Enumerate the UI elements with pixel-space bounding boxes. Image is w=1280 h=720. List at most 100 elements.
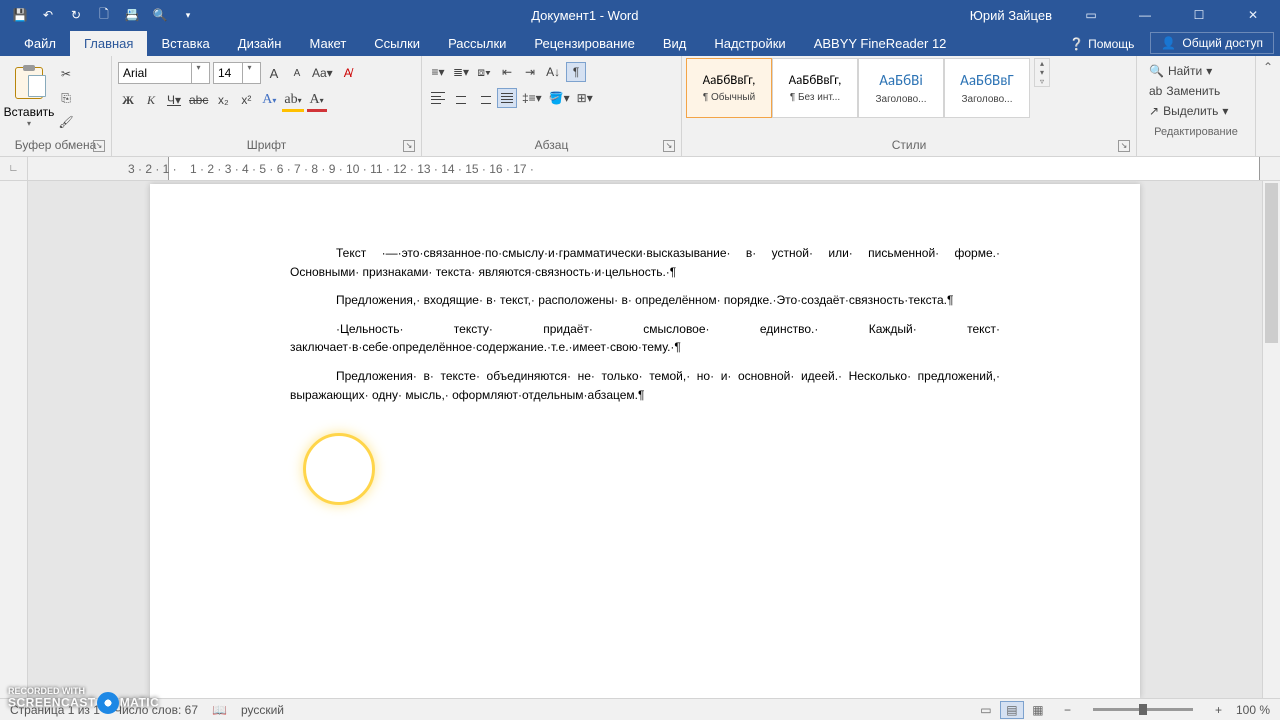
share-icon: 👤 xyxy=(1161,36,1176,50)
editing-label: Редактирование xyxy=(1141,124,1251,140)
bold-button[interactable]: Ж xyxy=(118,90,138,110)
quick-print-icon[interactable]: 📇 xyxy=(120,3,144,27)
save-icon[interactable]: 💾 xyxy=(8,3,32,27)
chevron-down-icon[interactable]: ▾ xyxy=(191,63,205,83)
tab-mailings[interactable]: Рассылки xyxy=(434,31,520,56)
zoom-in-icon[interactable]: + xyxy=(1215,703,1222,717)
style-normal[interactable]: АаБбВвГг,¶ Обычный xyxy=(686,58,772,118)
maximize-icon[interactable]: ☐ xyxy=(1176,0,1222,30)
redo-icon[interactable]: ↻ xyxy=(64,3,88,27)
tab-file[interactable]: Файл xyxy=(10,31,70,56)
paragraph-dialog-icon[interactable]: ↘ xyxy=(663,140,675,152)
select-button[interactable]: ↗Выделить ▾ xyxy=(1149,104,1243,118)
sort-icon[interactable]: A↓ xyxy=(543,62,563,82)
share-button[interactable]: 👤Общий доступ xyxy=(1150,32,1274,54)
tab-addins[interactable]: Надстройки xyxy=(700,31,799,56)
underline-button[interactable]: Ч▾ xyxy=(164,90,184,110)
tab-design[interactable]: Дизайн xyxy=(224,31,296,56)
shading-icon[interactable]: 🪣▾ xyxy=(547,88,572,108)
strikethrough-button[interactable]: abc xyxy=(187,90,210,110)
collapse-ribbon-icon[interactable]: ⌃ xyxy=(1256,56,1280,156)
copy-icon[interactable]: ⎘ xyxy=(56,88,76,108)
line-spacing-icon[interactable]: ‡≡▾ xyxy=(520,88,544,108)
font-name-combo[interactable]: Arial▾ xyxy=(118,62,210,84)
zoom-level[interactable]: 100 % xyxy=(1236,703,1270,717)
tab-review[interactable]: Рецензирование xyxy=(520,31,648,56)
highlight-button[interactable]: ab▾ xyxy=(282,90,303,110)
clear-format-icon[interactable]: A̸ xyxy=(338,63,358,83)
vertical-scrollbar[interactable] xyxy=(1262,181,1280,698)
paste-icon xyxy=(15,67,43,99)
font-dialog-icon[interactable]: ↘ xyxy=(403,140,415,152)
bullets-icon[interactable]: ≡▾ xyxy=(428,62,448,82)
font-color-button[interactable]: A▾ xyxy=(307,90,327,110)
ribbon-options-icon[interactable]: ▭ xyxy=(1068,0,1114,30)
align-right-icon[interactable] xyxy=(474,88,494,108)
zoom-slider[interactable] xyxy=(1093,708,1193,711)
tab-abbyy[interactable]: ABBYY FineReader 12 xyxy=(800,31,961,56)
cut-icon[interactable]: ✂ xyxy=(56,64,76,84)
help-button[interactable]: ❔Помощь xyxy=(1059,32,1144,56)
text-effects-button[interactable]: A▾ xyxy=(259,90,279,110)
tab-references[interactable]: Ссылки xyxy=(360,31,434,56)
ruler-horizontal[interactable]: ∟ 3 · 2 · 1 · 1 · 2 · 3 · 4 · 5 · 6 · 7 … xyxy=(0,157,1280,181)
numbering-icon[interactable]: ≣▾ xyxy=(451,62,471,82)
styles-more-icon[interactable]: ▿ xyxy=(1035,77,1049,86)
shrink-font-icon[interactable]: A xyxy=(287,63,307,83)
align-center-icon[interactable] xyxy=(451,88,471,108)
chevron-down-icon[interactable]: ▾ xyxy=(242,63,256,83)
clipboard-dialog-icon[interactable]: ↘ xyxy=(93,140,105,152)
style-heading2[interactable]: АаБбВвГЗаголово... xyxy=(944,58,1030,118)
web-layout-icon[interactable]: ▦ xyxy=(1026,701,1050,719)
tab-view[interactable]: Вид xyxy=(649,31,701,56)
paragraph-1[interactable]: Текст ·—·это·связанное·по·смыслу·и·грамм… xyxy=(290,244,1000,281)
style-no-spacing[interactable]: АаБбВвГг,¶ Без инт... xyxy=(772,58,858,118)
user-name[interactable]: Юрий Зайцев xyxy=(970,8,1052,23)
tab-home[interactable]: Главная xyxy=(70,31,147,56)
find-button[interactable]: 🔍Найти ▾ xyxy=(1149,64,1243,78)
print-layout-icon[interactable]: ▤ xyxy=(1000,701,1024,719)
paragraph-4[interactable]: Предложения· в· тексте· объединяются· не… xyxy=(290,367,1000,404)
read-mode-icon[interactable]: ▭ xyxy=(974,701,998,719)
spellcheck-icon[interactable]: 📖 xyxy=(212,703,227,717)
word-count[interactable]: Число слов: 67 xyxy=(114,703,198,717)
new-doc-icon[interactable]: 🗋 xyxy=(92,3,116,27)
italic-button[interactable]: К xyxy=(141,90,161,110)
grow-font-icon[interactable]: A xyxy=(264,63,284,83)
paragraph-3[interactable]: ·Цельность· тексту· придаёт· смысловое· … xyxy=(290,320,1000,357)
tab-layout[interactable]: Макет xyxy=(295,31,360,56)
paste-button[interactable]: Вставить ▾ xyxy=(6,62,52,132)
styles-up-icon[interactable]: ▴ xyxy=(1035,59,1049,68)
scrollbar-thumb[interactable] xyxy=(1265,183,1278,343)
decrease-indent-icon[interactable]: ⇤ xyxy=(497,62,517,82)
change-case-icon[interactable]: Aa▾ xyxy=(310,63,335,83)
zoom-out-icon[interactable]: − xyxy=(1064,703,1071,717)
styles-down-icon[interactable]: ▾ xyxy=(1035,68,1049,77)
page-indicator[interactable]: Страница 1 из 1 xyxy=(10,703,100,717)
page[interactable]: Текст ·—·это·связанное·по·смыслу·и·грамм… xyxy=(150,184,1140,698)
language-indicator[interactable]: русский xyxy=(241,703,284,717)
print-preview-icon[interactable]: 🔍 xyxy=(148,3,172,27)
replace-button[interactable]: abЗаменить xyxy=(1149,84,1243,98)
style-heading1[interactable]: АаБбВіЗаголово... xyxy=(858,58,944,118)
font-size-combo[interactable]: 14▾ xyxy=(213,62,261,84)
borders-icon[interactable]: ⊞▾ xyxy=(575,88,595,108)
format-painter-icon[interactable]: 🖌 xyxy=(56,112,76,132)
show-marks-icon[interactable]: ¶ xyxy=(566,62,586,82)
qat-customize-icon[interactable]: ▾ xyxy=(176,3,200,27)
align-left-icon[interactable] xyxy=(428,88,448,108)
minimize-icon[interactable]: — xyxy=(1122,0,1168,30)
tab-insert[interactable]: Вставка xyxy=(147,31,223,56)
ruler-vertical[interactable] xyxy=(0,181,28,698)
tab-selector-icon[interactable]: ∟ xyxy=(0,157,28,180)
close-icon[interactable]: ✕ xyxy=(1230,0,1276,30)
paragraph-2[interactable]: Предложения,· входящие· в· текст,· распо… xyxy=(290,291,1000,310)
superscript-button[interactable]: x² xyxy=(236,90,256,110)
increase-indent-icon[interactable]: ⇥ xyxy=(520,62,540,82)
subscript-button[interactable]: x₂ xyxy=(213,90,233,110)
align-justify-icon[interactable] xyxy=(497,88,517,108)
multilevel-icon[interactable]: ⧈▾ xyxy=(474,62,494,82)
undo-icon[interactable]: ↶ xyxy=(36,3,60,27)
group-paragraph: ≡▾ ≣▾ ⧈▾ ⇤ ⇥ A↓ ¶ ‡≡▾ 🪣▾ ⊞▾ Абзац↘ xyxy=(422,56,682,156)
styles-dialog-icon[interactable]: ↘ xyxy=(1118,140,1130,152)
